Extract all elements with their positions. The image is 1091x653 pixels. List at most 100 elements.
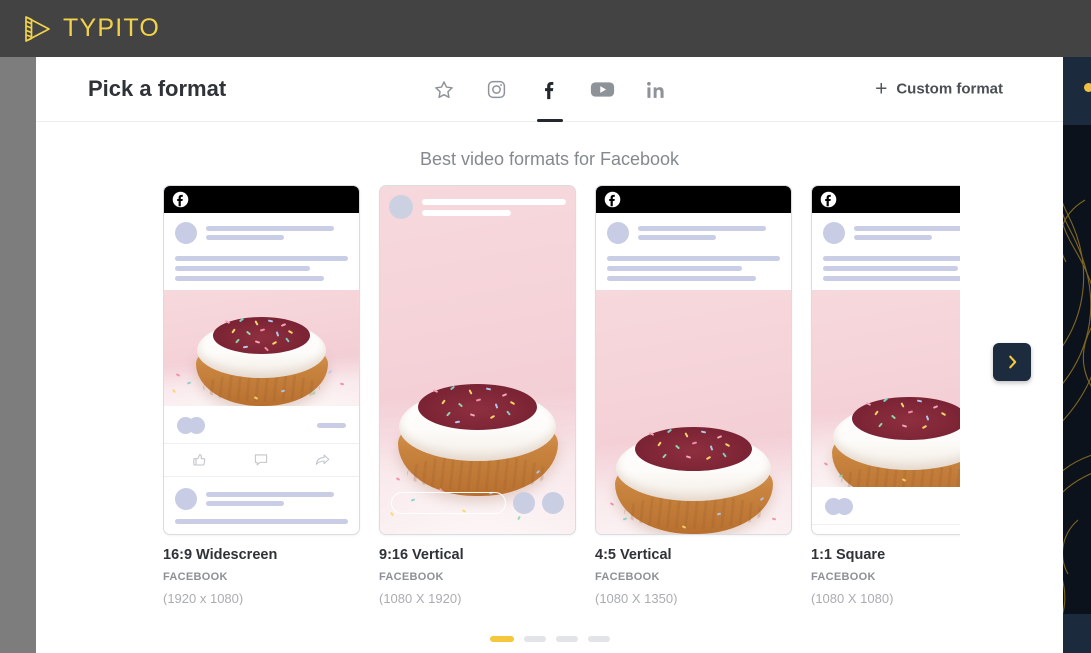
reaction-count-placeholder (317, 423, 346, 428)
post-photo (812, 290, 960, 487)
page-title: Pick a format (88, 76, 227, 101)
section-title: Best video formats for Facebook (419, 149, 680, 169)
card-dimensions: (1080 X 1920) (379, 591, 462, 605)
avatar (389, 195, 413, 219)
carousel-track: 16:9 Widescreen FACEBOOK (1920 x 1080) 9… (163, 185, 960, 605)
card-platform: FACEBOOK (379, 571, 444, 583)
tab-linkedin[interactable] (642, 57, 670, 122)
author-placeholder-lines (638, 226, 780, 240)
author-placeholder-lines (854, 226, 960, 240)
post-text-lines (812, 248, 960, 290)
card-platform: FACEBOOK (595, 571, 660, 583)
card-dimensions: (1080 X 1350) (595, 591, 678, 605)
avatar (175, 222, 197, 244)
carousel-next-button[interactable] (993, 343, 1031, 381)
facebook-logo-icon (604, 191, 621, 208)
card-title: 16:9 Widescreen (163, 547, 278, 563)
chevron-right-icon (1008, 355, 1016, 369)
youtube-icon (590, 82, 615, 97)
format-card-1-1[interactable]: 1:1 Square FACEBOOK (1080 X 1080) (811, 185, 960, 605)
facebook-top-bar (596, 186, 791, 213)
custom-format-label: Custom format (896, 80, 1003, 98)
next-post-text-lines (164, 510, 359, 524)
post-author-block (596, 213, 791, 248)
format-card-4-5[interactable]: 4:5 Vertical FACEBOOK (1080 X 1350) (595, 185, 792, 605)
post-text-lines (164, 248, 359, 290)
pagination-dot-3[interactable] (555, 636, 578, 642)
story-author-block (389, 195, 566, 219)
post-author-block (164, 213, 359, 248)
preview-9-16 (379, 185, 576, 535)
preview-16-9 (163, 185, 360, 535)
story-photo (380, 186, 575, 534)
plus-icon: + (875, 77, 888, 101)
app-topbar: TYPITO (0, 0, 1091, 57)
post-text-lines (596, 248, 791, 290)
card-platform: FACEBOOK (811, 571, 876, 583)
brand-logo[interactable]: TYPITO (20, 12, 160, 46)
facebook-top-bar (164, 186, 359, 213)
pagination-dot-2[interactable] (523, 636, 546, 642)
post-photo (596, 290, 791, 534)
preview-4-5 (595, 185, 792, 535)
story-send-icon (542, 492, 564, 514)
tab-favorites[interactable] (430, 57, 458, 122)
facebook-icon (544, 81, 553, 99)
pagination-dot-4[interactable] (587, 636, 610, 642)
custom-format-button[interactable]: + Custom format (875, 79, 1003, 100)
active-tab-indicator (536, 119, 563, 122)
instagram-icon (487, 80, 506, 99)
story-reply-bar (391, 492, 564, 514)
format-card-9-16[interactable]: 9:16 Vertical FACEBOOK (1080 X 1920) (379, 185, 576, 605)
format-card-16-9[interactable]: 16:9 Widescreen FACEBOOK (1920 x 1080) (163, 185, 360, 605)
author-placeholder-lines (206, 226, 348, 240)
modal-backdrop[interactable] (0, 57, 36, 653)
film-play-icon (25, 15, 50, 42)
carousel-pagination (36, 636, 1063, 642)
reaction-icons (825, 498, 865, 515)
post-reactions (164, 406, 359, 443)
avatar (823, 222, 845, 244)
like-icon (193, 454, 206, 466)
facebook-top-bar (812, 186, 960, 213)
platform-tabs (430, 57, 670, 122)
like-icon (840, 533, 856, 535)
format-carousel: 16:9 Widescreen FACEBOOK (1920 x 1080) 9… (163, 185, 960, 605)
modal-header: Pick a format + Custom format (36, 57, 1063, 122)
facebook-logo-icon (820, 191, 837, 208)
preview-1-1 (811, 185, 960, 535)
author-placeholder-lines (422, 198, 566, 216)
next-post-author (164, 477, 359, 510)
post-action-bar (164, 443, 359, 477)
card-dimensions: (1920 x 1080) (163, 591, 244, 605)
star-icon (434, 80, 453, 98)
comment-icon (254, 454, 268, 466)
author-placeholder-lines (206, 492, 348, 506)
avatar (175, 488, 197, 510)
card-title: 1:1 Square (811, 547, 886, 563)
story-message-input[interactable] (391, 492, 506, 514)
linkedin-icon (647, 81, 664, 98)
comment-icon (901, 533, 917, 535)
tab-youtube[interactable] (589, 57, 617, 122)
facebook-logo-icon (172, 191, 189, 208)
card-title: 4:5 Vertical (595, 547, 672, 563)
post-action-bar (812, 524, 960, 535)
post-author-block (812, 213, 960, 248)
post-photo (164, 290, 359, 406)
pagination-dot-1[interactable] (489, 636, 514, 642)
tab-instagram[interactable] (483, 57, 511, 122)
tab-facebook[interactable] (536, 57, 564, 122)
post-reactions (812, 487, 960, 524)
share-icon (315, 454, 329, 465)
card-title: 9:16 Vertical (379, 547, 464, 563)
card-dimensions: (1080 X 1080) (811, 591, 894, 605)
pick-format-modal: Pick a format + Custom format Best video… (36, 57, 1063, 653)
avatar (607, 222, 629, 244)
brand-name: TYPITO (63, 14, 161, 42)
reaction-icons (177, 417, 217, 434)
right-navy-panel-bottom (1063, 614, 1091, 653)
story-like-icon (513, 492, 535, 514)
navy-panel-dot-icon (1084, 83, 1091, 92)
card-platform: FACEBOOK (163, 571, 228, 583)
